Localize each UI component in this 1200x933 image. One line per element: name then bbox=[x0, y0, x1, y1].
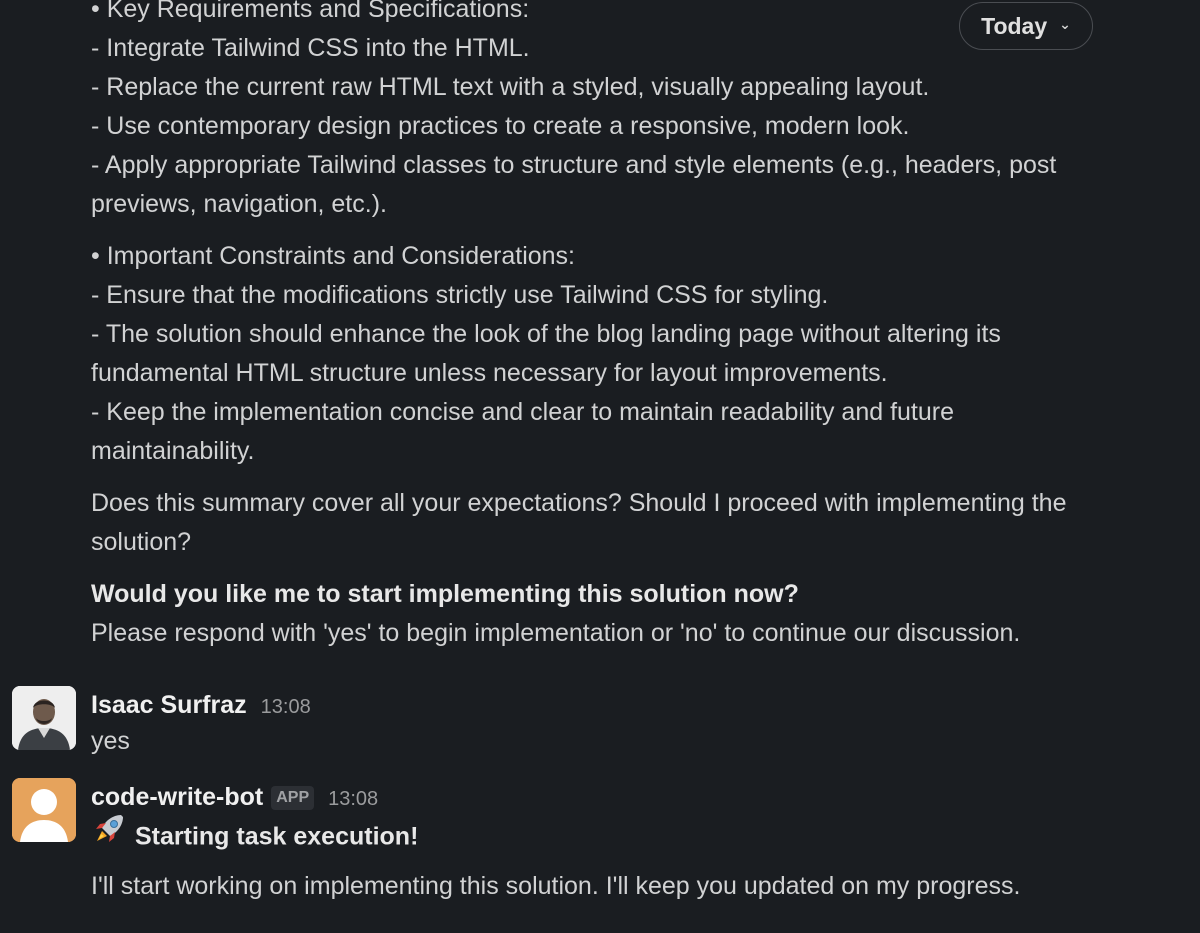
rocket-icon bbox=[91, 811, 127, 859]
message-line: maintainability. bbox=[91, 437, 255, 465]
message-line: Does this summary cover all your expecta… bbox=[91, 489, 1067, 517]
heading-text: Starting task execution! bbox=[135, 822, 419, 851]
message-line: • Important Constraints and Consideratio… bbox=[91, 242, 575, 270]
message-line: - Keep the implementation concise and cl… bbox=[91, 398, 955, 426]
message-line: - Ensure that the modifications strictly… bbox=[91, 281, 829, 309]
message-line: previews, navigation, etc.). bbox=[91, 190, 387, 218]
chevron-down-icon: ⌄ bbox=[1059, 15, 1071, 32]
message-text: I'll start working on implementing this … bbox=[91, 872, 1021, 900]
message-text: yes bbox=[91, 727, 130, 755]
message-line: - The solution should enhance the look o… bbox=[91, 320, 1001, 348]
timestamp[interactable]: 13:08 bbox=[261, 688, 311, 727]
message-line: fundamental HTML structure unless necess… bbox=[91, 359, 888, 387]
avatar[interactable] bbox=[12, 686, 76, 750]
message-line: Please respond with 'yes' to begin imple… bbox=[91, 619, 1021, 647]
message-line: - Replace the current raw HTML text with… bbox=[91, 73, 930, 101]
message-line: solution? bbox=[91, 528, 192, 556]
message-line-bold: Would you like me to start implementing … bbox=[91, 580, 799, 608]
message-heading: Starting task execution! bbox=[91, 814, 418, 862]
sender-name[interactable]: Isaac Surfraz bbox=[91, 686, 247, 725]
date-divider-button[interactable]: Today ⌄ bbox=[959, 2, 1093, 50]
message-line: - Apply appropriate Tailwind classes to … bbox=[91, 151, 1057, 179]
message-line: - Use contemporary design practices to c… bbox=[91, 112, 910, 140]
avatar[interactable] bbox=[12, 778, 76, 842]
date-divider-label: Today bbox=[981, 12, 1048, 39]
app-badge: APP bbox=[271, 786, 315, 810]
previous-message-body: • Key Requirements and Specifications: -… bbox=[91, 0, 1151, 653]
